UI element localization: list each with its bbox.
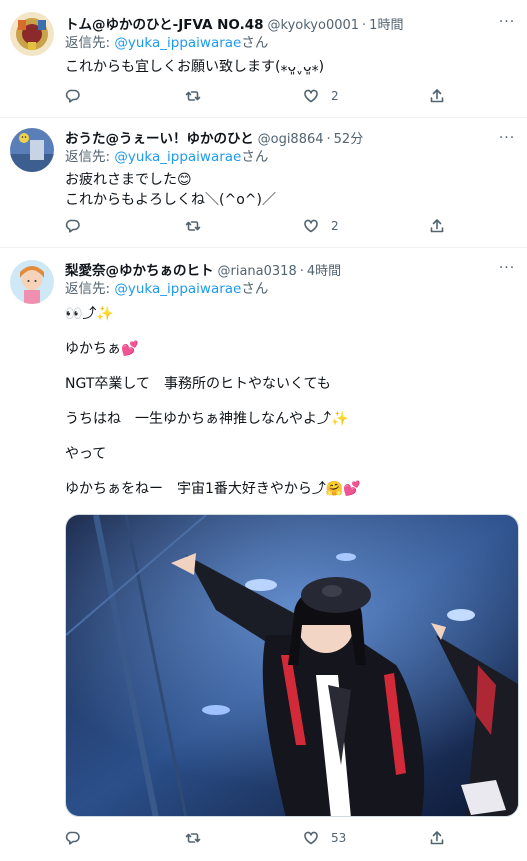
reply-thread: ··· トム@ゆかのひと-JFVA NO.48 @kyokyo0001 · 1時… bbox=[0, 0, 527, 861]
retweet-button[interactable] bbox=[185, 86, 201, 106]
share-icon bbox=[430, 831, 444, 845]
like-icon bbox=[304, 219, 318, 233]
timestamp[interactable]: 52分 bbox=[334, 128, 364, 147]
reply-icon bbox=[65, 219, 80, 233]
tweet-2[interactable]: ··· おうた@うぇーい！ゆかのひと @ogi8864 · 52分 返信先: @… bbox=[0, 118, 527, 248]
tweet-text: 👀⤴✨ ゆかちぁ💕 NGT卒業して 事務所のヒトやないくても うちはね 一生ゆか… bbox=[65, 305, 511, 499]
separator: · bbox=[299, 264, 304, 279]
tweet-photo[interactable] bbox=[65, 514, 519, 817]
reply-prefix: 返信先: bbox=[65, 149, 115, 165]
reply-context: 返信先: @yuka_ippaiwaraeさん bbox=[65, 147, 511, 167]
like-button[interactable]: 2 bbox=[303, 216, 339, 236]
tweet-line: ゆかちぁをねー 宇宙1番大好きやから⤴🤗💕 bbox=[65, 481, 361, 497]
reply-suffix: さん bbox=[241, 149, 269, 165]
mention-link[interactable]: @yuka_ippaiwarae bbox=[114, 281, 241, 297]
separator: · bbox=[362, 18, 367, 33]
reply-prefix: 返信先: bbox=[65, 281, 115, 297]
user-handle[interactable]: @riana0318 bbox=[218, 264, 297, 279]
avatar[interactable] bbox=[10, 260, 54, 304]
timestamp[interactable]: 1時間 bbox=[369, 14, 403, 33]
tweet-line bbox=[65, 359, 511, 375]
mention-link[interactable]: @yuka_ippaiwarae bbox=[114, 35, 241, 51]
display-name[interactable]: おうた@うぇーい！ゆかのひと bbox=[65, 127, 254, 147]
tweet-line bbox=[65, 429, 511, 445]
retweet-icon bbox=[185, 221, 201, 231]
like-count: 53 bbox=[331, 831, 347, 845]
tweet-3[interactable]: ··· 梨愛奈@ゆかちぁのヒト @riana0318 · 4時間 返信先: @y… bbox=[0, 248, 527, 861]
like-icon bbox=[304, 831, 318, 845]
user-handle[interactable]: @kyokyo0001 bbox=[268, 18, 360, 33]
tweet-line bbox=[65, 394, 511, 410]
tweet-line: これからもよろしくね＼(^o^)／ bbox=[65, 192, 276, 208]
share-button[interactable] bbox=[429, 216, 445, 236]
retweet-icon bbox=[185, 91, 201, 101]
tweet-line bbox=[65, 324, 511, 340]
action-bar: 2 bbox=[65, 216, 511, 236]
action-bar: 53 bbox=[65, 828, 511, 848]
action-bar: 2 bbox=[65, 86, 511, 106]
tweet-1[interactable]: ··· トム@ゆかのひと-JFVA NO.48 @kyokyo0001 · 1時… bbox=[0, 0, 527, 118]
reply-icon bbox=[65, 89, 80, 103]
tweet-line: うちはね 一生ゆかちぁ神推しなんやよ⤴✨ bbox=[65, 411, 349, 427]
tweet-line: ゆかちぁ💕 bbox=[65, 341, 139, 357]
separator: · bbox=[326, 132, 331, 147]
reply-prefix: 返信先: bbox=[65, 35, 115, 51]
tweet-line: NGT卒業して 事務所のヒトやないくても bbox=[65, 376, 331, 392]
retweet-button[interactable] bbox=[185, 828, 201, 848]
tweet-line: やって bbox=[65, 446, 107, 462]
like-count: 2 bbox=[331, 219, 339, 233]
avatar[interactable] bbox=[10, 128, 54, 172]
tweet-line bbox=[65, 464, 511, 480]
display-name[interactable]: 梨愛奈@ゆかちぁのヒト bbox=[65, 259, 214, 279]
share-icon bbox=[430, 89, 444, 103]
tweet-line: これからも宜しくお願い致します(⁎ᴗ͈ˬᴗ͈⁎) bbox=[65, 59, 325, 75]
retweet-icon bbox=[185, 833, 201, 843]
tweet-line: お疲れさまでした😊 bbox=[65, 172, 192, 188]
reply-icon bbox=[65, 831, 80, 845]
retweet-button[interactable] bbox=[185, 216, 201, 236]
reply-context: 返信先: @yuka_ippaiwaraeさん bbox=[65, 33, 511, 53]
like-count: 2 bbox=[331, 89, 339, 103]
tweet-text: これからも宜しくお願い致します(⁎ᴗ͈ˬᴗ͈⁎) bbox=[65, 57, 511, 77]
reply-suffix: さん bbox=[241, 35, 269, 51]
reply-button[interactable] bbox=[65, 216, 81, 236]
user-handle[interactable]: @ogi8864 bbox=[258, 132, 324, 147]
reply-button[interactable] bbox=[65, 828, 81, 848]
like-icon bbox=[304, 89, 318, 103]
tweet-line: 👀⤴✨ bbox=[65, 306, 114, 322]
display-name[interactable]: トム@ゆかのひと-JFVA NO.48 bbox=[65, 13, 264, 33]
tweet-text: お疲れさまでした😊 これからもよろしくね＼(^o^)／ bbox=[65, 170, 511, 210]
timestamp[interactable]: 4時間 bbox=[307, 260, 341, 279]
like-button[interactable]: 2 bbox=[303, 86, 339, 106]
share-button[interactable] bbox=[429, 86, 445, 106]
avatar[interactable] bbox=[10, 12, 54, 56]
reply-context: 返信先: @yuka_ippaiwaraeさん bbox=[65, 279, 511, 299]
like-button[interactable]: 53 bbox=[303, 828, 346, 848]
share-button[interactable] bbox=[429, 828, 445, 848]
share-icon bbox=[430, 219, 444, 233]
reply-suffix: さん bbox=[241, 281, 269, 297]
reply-button[interactable] bbox=[65, 86, 81, 106]
mention-link[interactable]: @yuka_ippaiwarae bbox=[114, 149, 241, 165]
